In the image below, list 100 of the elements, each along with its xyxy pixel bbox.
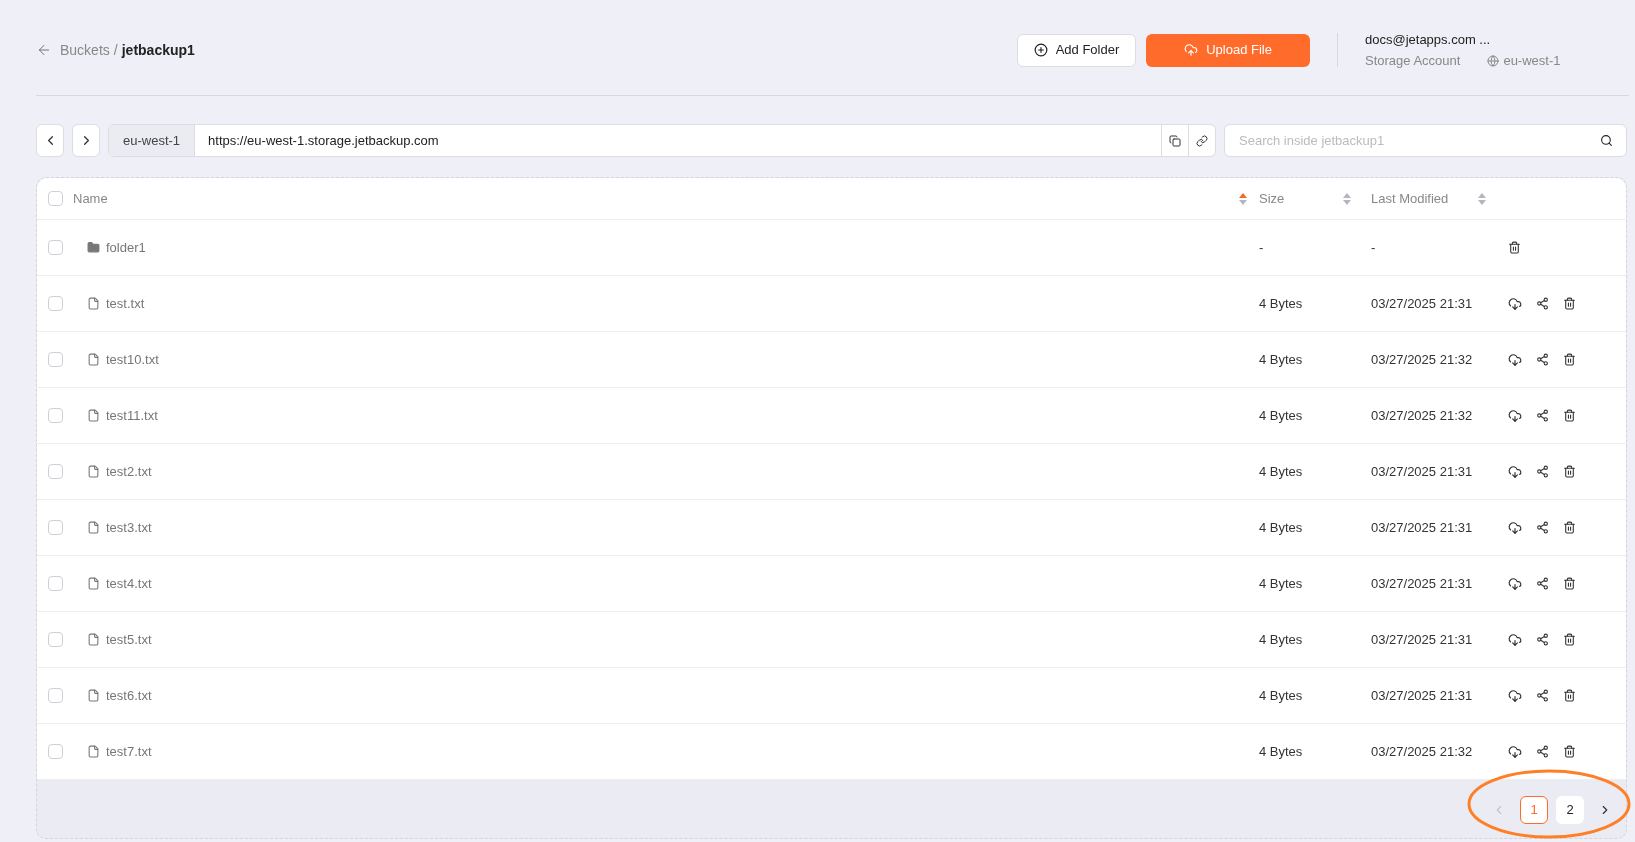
file-icon	[87, 409, 100, 422]
delete-icon[interactable]	[1563, 577, 1576, 590]
delete-icon[interactable]	[1563, 465, 1576, 478]
breadcrumb-link[interactable]: Buckets	[60, 39, 110, 61]
cloud-download-icon[interactable]	[1508, 688, 1522, 703]
share-icon[interactable]	[1536, 521, 1549, 534]
cloud-download-icon[interactable]	[1508, 464, 1522, 479]
add-folder-button[interactable]: Add Folder	[1016, 33, 1137, 67]
search-icon[interactable]	[1600, 134, 1613, 147]
size-cell-text: 4 Bytes	[1258, 630, 1303, 649]
share-icon[interactable]	[1536, 409, 1549, 422]
column-header[interactable]: Name	[73, 188, 108, 209]
delete-icon[interactable]	[1563, 297, 1576, 310]
delete-icon[interactable]	[1563, 745, 1576, 758]
checkbox[interactable]	[47, 744, 63, 759]
modified-cell-text: -	[1370, 238, 1376, 257]
share-icon[interactable]	[1536, 353, 1549, 366]
modified-cell-text: 03/27/2025 21:31	[1370, 518, 1473, 537]
file-icon	[87, 521, 100, 534]
file-name[interactable]: test10.txt	[106, 349, 159, 370]
file-name[interactable]: test7.txt	[106, 741, 152, 762]
page-button[interactable]: 1	[1520, 796, 1548, 824]
size-cell-text: 4 Bytes	[1258, 350, 1303, 369]
delete-icon[interactable]	[1563, 689, 1576, 702]
account-role: Storage Account	[1365, 52, 1461, 70]
checkbox[interactable]	[47, 352, 63, 367]
delete-icon[interactable]	[1563, 353, 1576, 366]
checkbox[interactable]	[47, 632, 63, 647]
file-name[interactable]: test11.txt	[106, 405, 158, 426]
modified-cell-text: 03/27/2025 21:31	[1370, 686, 1473, 705]
folder-icon	[87, 241, 100, 254]
size-cell-text: 4 Bytes	[1258, 742, 1303, 761]
share-icon[interactable]	[1536, 745, 1549, 758]
file-name[interactable]: test2.txt	[106, 461, 152, 482]
checkbox[interactable]	[47, 576, 63, 591]
modified-cell-text: 03/27/2025 21:32	[1370, 742, 1473, 761]
account-region: eu-west-1	[1503, 52, 1561, 70]
share-icon[interactable]	[1536, 577, 1549, 590]
page-button[interactable]: 2	[1556, 796, 1584, 824]
file-icon	[87, 353, 100, 366]
file-name[interactable]: test6.txt	[106, 685, 152, 706]
modified-cell-text: 03/27/2025 21:31	[1370, 574, 1473, 593]
upload-file-button[interactable]: Upload File	[1146, 33, 1310, 67]
size-cell-text: 4 Bytes	[1258, 686, 1303, 705]
search-field[interactable]: Search inside jetbackup1	[1224, 124, 1627, 157]
cloud-download-icon[interactable]	[1508, 296, 1522, 311]
cloud-download-icon[interactable]	[1508, 520, 1522, 535]
region-label: eu-west-1	[109, 125, 196, 156]
size-cell-text: -	[1258, 238, 1264, 257]
file-icon	[87, 577, 100, 590]
url-text: https://eu-west-1.storage.jetbackup.com	[207, 131, 440, 150]
file-icon	[87, 297, 100, 310]
cloud-download-icon[interactable]	[1508, 352, 1522, 367]
size-cell-text: 4 Bytes	[1258, 294, 1303, 313]
share-icon[interactable]	[1536, 297, 1549, 310]
size-cell-text: 4 Bytes	[1258, 574, 1303, 593]
checkbox[interactable]	[47, 240, 63, 255]
file-name[interactable]: test.txt	[106, 293, 145, 314]
file-name[interactable]: test5.txt	[106, 629, 152, 650]
share-icon[interactable]	[1536, 633, 1549, 646]
share-icon[interactable]	[1536, 465, 1549, 478]
checkbox[interactable]	[47, 296, 63, 311]
size-cell-text: 4 Bytes	[1258, 518, 1303, 537]
modified-cell-text: 03/27/2025 21:31	[1370, 462, 1473, 481]
checkbox[interactable]	[47, 408, 63, 423]
file-name[interactable]: folder1	[106, 237, 146, 258]
path-field[interactable]: eu-west-1 https://eu-west-1.storage.jetbackup.com	[108, 124, 1216, 157]
column-header[interactable]: Last Modified	[1371, 188, 1449, 209]
cloud-download-icon[interactable]	[1508, 632, 1522, 647]
delete-icon[interactable]	[1563, 521, 1576, 534]
sort-icon[interactable]	[1239, 192, 1247, 205]
checkbox[interactable]	[47, 464, 63, 479]
delete-icon[interactable]	[1508, 241, 1521, 254]
cloud-download-icon[interactable]	[1508, 408, 1522, 423]
share-icon[interactable]	[1536, 689, 1549, 702]
globe-icon	[1487, 54, 1500, 67]
account-email: docs@jetapps.com ...	[1365, 30, 1492, 49]
file-icon	[87, 745, 100, 758]
cloud-download-icon[interactable]	[1508, 744, 1522, 759]
delete-icon[interactable]	[1563, 633, 1576, 646]
delete-icon[interactable]	[1563, 409, 1576, 422]
file-name[interactable]: test4.txt	[106, 573, 152, 594]
modified-cell-text: 03/27/2025 21:31	[1370, 630, 1473, 649]
checkbox[interactable]	[47, 520, 63, 535]
breadcrumb-current: jetbackup1	[121, 40, 195, 60]
modified-cell-text: 03/27/2025 21:32	[1370, 350, 1473, 369]
file-icon	[87, 465, 100, 478]
modified-cell-text: 03/27/2025 21:31	[1370, 294, 1473, 313]
plus-circle-icon	[1033, 43, 1048, 57]
modified-cell-text: 03/27/2025 21:32	[1370, 406, 1473, 425]
breadcrumb-separator: /	[113, 40, 118, 60]
checkbox[interactable]	[47, 688, 63, 703]
size-cell-text: 4 Bytes	[1258, 406, 1303, 425]
column-header[interactable]: Size	[1259, 188, 1285, 209]
file-icon	[87, 689, 100, 702]
file-name[interactable]: test3.txt	[106, 517, 152, 538]
checkbox[interactable]	[47, 191, 63, 206]
file-icon	[87, 633, 100, 646]
size-cell-text: 4 Bytes	[1258, 462, 1303, 481]
cloud-download-icon[interactable]	[1508, 576, 1522, 591]
